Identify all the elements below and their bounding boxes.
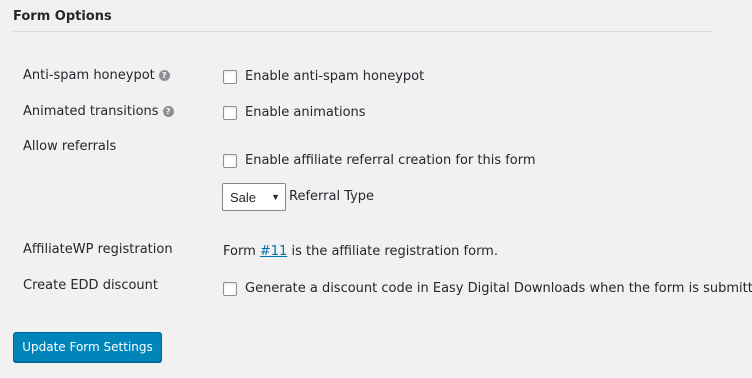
edd-discount-label: Create EDD discount	[23, 278, 158, 293]
honeypot-checkbox-label[interactable]: Enable anti-spam honeypot	[245, 69, 424, 84]
registration-text-after: is the affiliate registration form.	[287, 244, 498, 259]
affiliatewp-label-text: AffiliateWP registration	[23, 242, 173, 257]
edd-discount-label-text: Create EDD discount	[23, 278, 159, 293]
referrals-checkbox[interactable]	[223, 153, 237, 168]
animations-checkbox-label[interactable]: Enable animations	[245, 105, 366, 120]
referrals-label: Allow referrals	[23, 139, 116, 154]
animations-option[interactable]: Enable animations	[223, 105, 366, 120]
animations-label: Animated transitions ?	[23, 104, 174, 119]
form-options-panel: Form Options Anti-spam honeypot ? Enable…	[0, 0, 752, 378]
animations-checkbox[interactable]	[223, 105, 237, 120]
section-title: Form Options	[13, 9, 112, 24]
affiliatewp-registration-text: Form #11 is the affiliate registration f…	[223, 244, 498, 259]
registration-text-before: Form	[223, 244, 260, 259]
edd-discount-checkbox[interactable]	[223, 281, 237, 296]
referral-type-select[interactable]: Sale ▼	[222, 183, 286, 211]
referral-type-label: Referral Type	[289, 189, 375, 204]
honeypot-option[interactable]: Enable anti-spam honeypot	[223, 69, 424, 84]
help-icon[interactable]: ?	[162, 106, 174, 117]
chevron-down-icon: ▼	[271, 192, 280, 202]
animations-label-text: Animated transitions	[23, 104, 159, 119]
referral-type-selected: Sale	[230, 189, 257, 205]
referrals-label-text: Allow referrals	[23, 139, 117, 154]
help-icon[interactable]: ?	[158, 70, 170, 81]
update-form-settings-button[interactable]: Update Form Settings	[13, 332, 162, 362]
affiliatewp-label: AffiliateWP registration	[23, 242, 173, 257]
section-divider	[13, 31, 713, 32]
edd-discount-option[interactable]: Generate a discount code in Easy Digital…	[223, 281, 752, 296]
honeypot-checkbox[interactable]	[223, 69, 237, 84]
referrals-checkbox-label[interactable]: Enable affiliate referral creation for t…	[245, 153, 536, 168]
honeypot-label-text: Anti-spam honeypot	[23, 68, 155, 83]
registration-form-link[interactable]: #11	[260, 244, 287, 259]
honeypot-label: Anti-spam honeypot ?	[23, 68, 170, 83]
referrals-option[interactable]: Enable affiliate referral creation for t…	[223, 153, 536, 168]
edd-discount-checkbox-label[interactable]: Generate a discount code in Easy Digital…	[245, 281, 752, 296]
